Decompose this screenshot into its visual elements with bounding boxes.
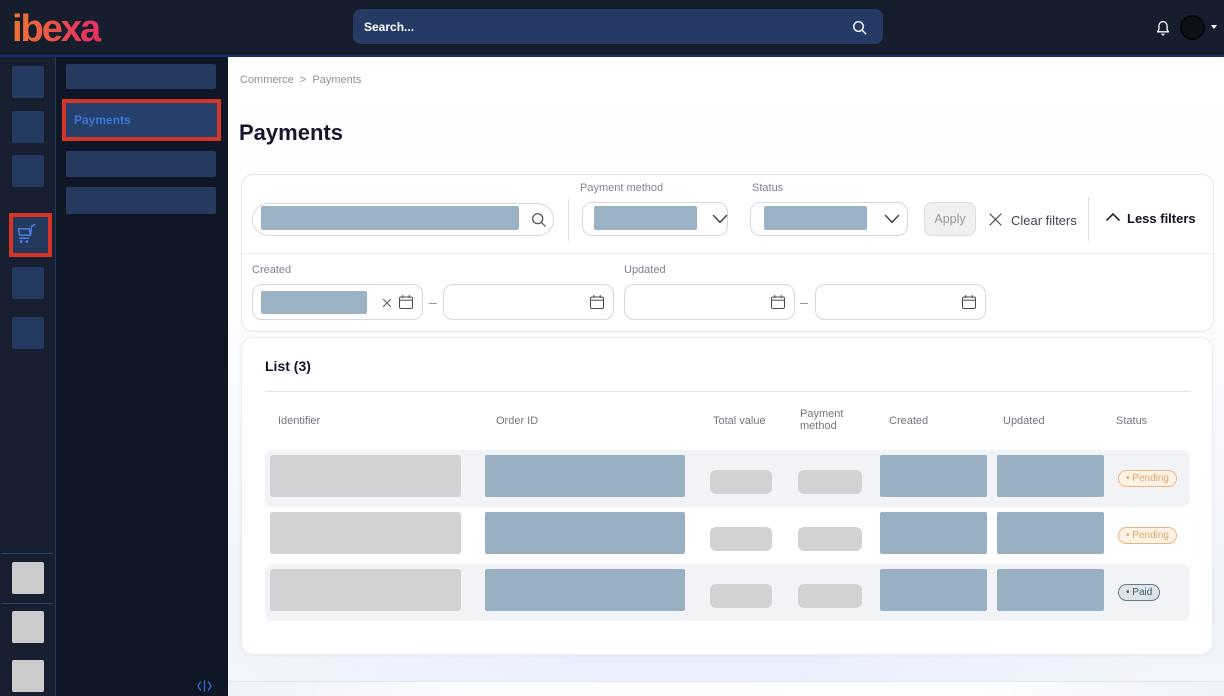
- svg-text:ibexa: ibexa: [12, 10, 102, 46]
